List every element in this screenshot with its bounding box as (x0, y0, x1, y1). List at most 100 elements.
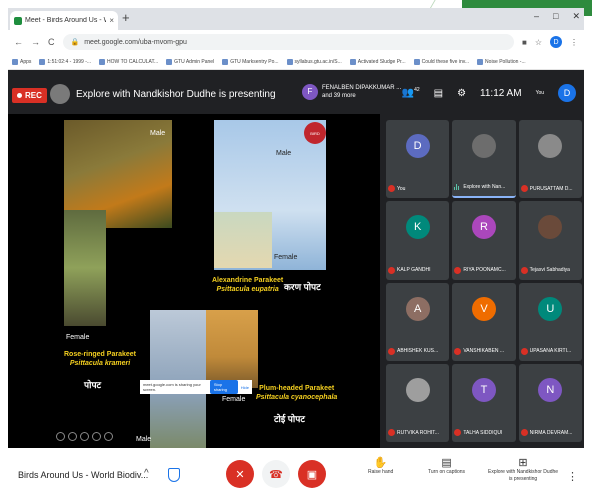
self-avatar[interactable]: D (558, 84, 576, 102)
participant-tile[interactable]: Tejasvi Sabhadiya (518, 201, 582, 280)
chevron-up-icon[interactable]: ^ (144, 468, 149, 479)
bookmark-favicon-icon (477, 58, 484, 65)
participant-name-row: NIRMA DEVRAM... (520, 429, 580, 436)
mic-toggle-button[interactable]: ✕ (226, 460, 254, 488)
bookmark-item[interactable]: Noise Pollution -... (477, 58, 526, 65)
profile-avatar[interactable]: D (550, 36, 562, 48)
participant-tile[interactable]: R RIYA POONAMC... (452, 201, 516, 280)
mic-off-icon (454, 347, 462, 355)
participant-name-row: Explore with Nan... (454, 183, 513, 191)
participant-avatar: K (405, 215, 430, 240)
meeting-title[interactable]: Birds Around Us - World Biodiv... (18, 470, 148, 480)
close-window-button[interactable]: ✕ (572, 11, 580, 22)
plum-headed-hindi: टोई पोपट (274, 414, 305, 424)
minimize-button[interactable]: – (534, 11, 539, 22)
recording-badge: REC (12, 88, 47, 103)
bookmark-item[interactable]: Could these five inv... (413, 58, 469, 65)
slide-controls (56, 432, 113, 441)
rose-ringed-hindi: पोपट (84, 380, 102, 390)
mic-off-icon (520, 429, 528, 436)
participant-tile[interactable]: T TALHA SIDDIQUI (452, 363, 516, 442)
camera-toggle-button[interactable]: ▣ (298, 460, 326, 488)
bookmark-item[interactable]: GTU Admin Panel (166, 58, 214, 65)
participant-tile[interactable]: A ABHISHEK KUS... (386, 282, 450, 361)
participant-avatar: T (471, 377, 496, 402)
presenting-title: Explore with Nandkishor Dudhe is present… (76, 89, 276, 100)
hide-share-notice-link[interactable]: Hide (241, 385, 249, 390)
people-icon: 👥 (401, 87, 415, 99)
participant-tile[interactable]: D You (386, 120, 450, 199)
top-controls: 👥42 ▤ ⚙ 11:12 AM You D (402, 84, 576, 102)
participant-name-row: RUTVIKA ROHIT... (388, 429, 447, 436)
participant-tile[interactable]: U UPASANA KIRTI... (518, 282, 582, 361)
slide-pen-icon[interactable] (68, 432, 77, 441)
alexandrine-caption: Alexandrine Parakeet Psittacula eupatria (212, 277, 284, 293)
rose-ringed-female-photo (64, 210, 106, 326)
tab-title: Meet - Birds Around Us - W (25, 17, 107, 24)
activities-icon[interactable]: ⚙ (457, 88, 466, 99)
bookmarks-bar: Apps 1:51:02:4 - 1999 -... HOW TO CALCUL… (8, 54, 584, 70)
bookmark-item[interactable]: syllabus.gtu.ac.in/S... (286, 58, 342, 65)
bookmark-apps[interactable]: Apps (12, 58, 31, 65)
plum-headed-caption: Plum-headed Parakeet Psittacula cyanoceph… (256, 385, 338, 401)
bookmark-favicon-icon (99, 58, 106, 65)
participant-tile[interactable]: PURUSATTAM D... (518, 120, 582, 199)
browser-tab[interactable]: Meet - Birds Around Us - W × (10, 11, 118, 30)
participant-name-row: UPASANA KIRTI... (520, 347, 580, 355)
bookmark-favicon-icon (286, 58, 293, 65)
more-options-icon[interactable]: ⋮ (567, 470, 578, 483)
camera-indicator-icon[interactable]: ■ (522, 38, 527, 47)
presenting-button[interactable]: ⊞ Explore with Nandkishor Dudhe is prese… (488, 458, 558, 483)
slide-zoom-icon[interactable] (80, 432, 89, 441)
clock-time: 11:12 AM (480, 87, 522, 99)
mic-off-icon (520, 185, 528, 193)
label-male-2: Male (276, 150, 292, 157)
stop-sharing-button[interactable]: Stop sharing (209, 380, 238, 394)
participant-tile[interactable]: V VANSHIKABEN ... (452, 282, 516, 361)
back-icon[interactable]: ← (14, 37, 23, 47)
participant-tile[interactable]: RUTVIKA ROHIT... (386, 363, 450, 442)
participants-summary-text: FENALBEN DIPAKKUMAR ... and 39 more (322, 85, 402, 99)
participant-avatar: U (538, 296, 563, 321)
shield-icon[interactable] (168, 468, 180, 482)
star-icon[interactable]: ☆ (535, 38, 542, 47)
participant-avatar: N (538, 377, 563, 402)
participant-tile[interactable]: N NIRMA DEVRAM... (518, 363, 582, 442)
bookmark-item[interactable]: 1:51:02:4 - 1999 -... (39, 58, 91, 65)
tab-close-icon[interactable]: × (109, 16, 114, 25)
bookmark-item[interactable]: HOW TO CALCULAT... (99, 58, 158, 65)
participant-tile-speaking[interactable]: Explore with Nan... (452, 120, 516, 199)
bookmark-item[interactable]: Activated Sludge Pr... (349, 58, 406, 65)
plum-headed-female-photo (206, 310, 258, 388)
reload-icon[interactable]: C (48, 37, 55, 47)
you-label: You (535, 90, 544, 96)
raise-hand-button[interactable]: ✋ Raise hand (368, 458, 393, 476)
meeting-bottom-bar: Birds Around Us - World Biodiv... ^ ✕ ☎ … (8, 448, 584, 503)
participant-name-row: You (388, 185, 447, 193)
leave-call-button[interactable]: ☎ (262, 460, 290, 488)
chat-icon[interactable]: ▤ (434, 88, 443, 99)
maximize-button[interactable]: □ (553, 11, 558, 22)
bookmark-item[interactable]: GTU Marksentry Po... (222, 58, 279, 65)
mic-off-icon (454, 266, 462, 274)
slide-prev-icon[interactable] (56, 432, 65, 441)
bookmark-favicon-icon (222, 58, 229, 65)
participant-tile[interactable]: K KALP GANDHI (386, 201, 450, 280)
record-dot-icon (17, 93, 22, 98)
slide-menu-icon[interactable] (92, 432, 101, 441)
screen-share-notice: meet.google.com is sharing your screen. … (140, 380, 252, 394)
participants-summary[interactable]: F FENALBEN DIPAKKUMAR ... and 39 more (302, 84, 401, 100)
apps-grid-icon (12, 58, 18, 65)
slide-next-icon[interactable] (104, 432, 113, 441)
address-bar-row: ← → C 🔒 meet.google.com/uba-mvom-gpu ■ ☆… (8, 30, 584, 54)
participant-avatar: V (471, 296, 496, 321)
captions-button[interactable]: ▤ Turn on captions (428, 458, 465, 476)
new-tab-button[interactable]: + (122, 10, 130, 25)
participant-photo-avatar (538, 134, 563, 158)
share-notice-text: meet.google.com is sharing your screen. (143, 382, 201, 392)
omnibox[interactable]: 🔒 meet.google.com/uba-mvom-gpu (62, 34, 514, 50)
browser-menu-icon[interactable]: ⋮ (570, 38, 578, 47)
people-button[interactable]: 👥42 (402, 87, 420, 98)
plum-headed-male-photo (150, 310, 206, 448)
forward-icon[interactable]: → (31, 37, 40, 47)
